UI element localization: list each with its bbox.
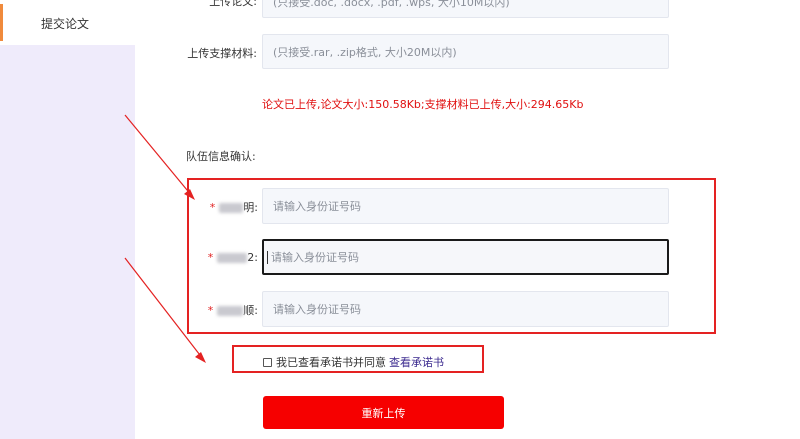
- arrow-head-1: [184, 189, 195, 200]
- annotation-arrows: [124, 114, 206, 363]
- arrow-line-1: [124, 114, 193, 197]
- agreement-checkbox[interactable]: [263, 357, 272, 367]
- reupload-button[interactable]: 重新上传: [263, 396, 504, 429]
- arrow-line-2: [124, 257, 204, 360]
- agreement-text: 我已查看承诺书并同意: [276, 356, 386, 369]
- agreement-row: 我已查看承诺书并同意 查看承诺书: [263, 354, 444, 370]
- arrow-head-2: [195, 352, 206, 363]
- view-pledge-link[interactable]: 查看承诺书: [389, 354, 444, 370]
